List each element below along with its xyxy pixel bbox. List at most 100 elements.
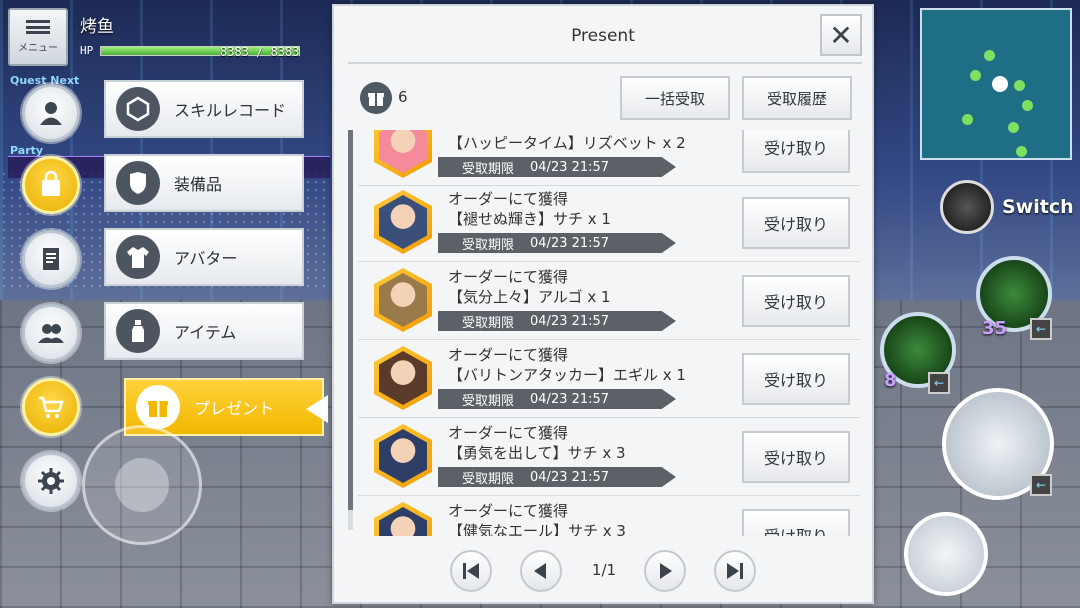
friends-button[interactable] xyxy=(22,304,80,362)
shop-button[interactable] xyxy=(22,378,80,436)
character-avatar xyxy=(374,190,432,254)
quest-log-button[interactable] xyxy=(22,230,80,288)
dash-button[interactable] xyxy=(904,512,988,596)
switch-button[interactable]: Switch xyxy=(940,180,1078,234)
present-limit-badge: 受取期限 04/23 21:57 xyxy=(438,311,676,331)
next-page-icon xyxy=(660,563,672,579)
present-row: オーダーにて獲得【健気なエール】サチ x 3 受け取り xyxy=(358,496,860,536)
bag-button[interactable] xyxy=(22,156,80,214)
present-limit-badge: 受取期限 04/23 21:57 xyxy=(438,157,676,177)
present-item-name: 【気分上々】アルゴ x 1 xyxy=(448,288,611,306)
present-row: 【ハッピータイム】リズベット x 2 受取期限 04/23 21:57 受け取り xyxy=(358,130,860,186)
player-marker-icon xyxy=(992,76,1008,92)
receive-button[interactable]: 受け取り xyxy=(742,431,850,483)
minimap-marker xyxy=(1016,146,1027,157)
profile-button[interactable] xyxy=(22,84,80,142)
menu-pointer xyxy=(306,395,328,423)
pagination: 1/1 xyxy=(334,546,872,596)
present-item-name: 【褪せぬ輝き】サチ x 1 xyxy=(448,210,611,228)
list-scrollbar[interactable] xyxy=(348,130,353,530)
menu-button[interactable]: メニュー xyxy=(8,8,68,66)
avatar-icon xyxy=(116,235,160,279)
character-avatar xyxy=(374,346,432,410)
minimap-marker xyxy=(1022,100,1033,111)
prev-page-button[interactable] xyxy=(520,550,562,592)
last-page-button[interactable] xyxy=(714,550,756,592)
character-portrait xyxy=(379,130,427,173)
bag-icon xyxy=(42,170,60,196)
first-page-button[interactable] xyxy=(450,550,492,592)
shop-cart-icon xyxy=(39,396,64,418)
scrollbar-thumb[interactable] xyxy=(348,130,353,510)
switch-label: Switch xyxy=(1002,196,1074,218)
receive-button[interactable]: 受け取り xyxy=(742,197,850,249)
present-row: オーダーにて獲得 【バリトンアタッカー】エギル x 1 受取期限 04/23 21:5… xyxy=(358,340,860,418)
limit-date: 04/23 21:57 xyxy=(530,391,610,407)
character-portrait xyxy=(379,195,427,249)
character-avatar xyxy=(374,502,432,536)
character-avatar xyxy=(374,130,432,178)
first-page-icon xyxy=(463,563,479,579)
skill-2-count: 8 xyxy=(884,370,897,391)
present-source: オーダーにて獲得 xyxy=(448,268,569,286)
receive-button[interactable]: 受け取り xyxy=(742,353,850,405)
history-button[interactable]: 受取履歴 xyxy=(742,76,852,120)
limit-label: 受取期限 xyxy=(462,393,515,409)
limit-date: 04/23 21:57 xyxy=(530,235,610,251)
gear-icon xyxy=(38,468,64,494)
present-source: オーダーにて獲得 xyxy=(448,190,569,208)
character-portrait xyxy=(379,273,427,327)
attack-swap-icon[interactable]: ← xyxy=(1030,474,1052,496)
present-source: オーダーにて獲得 xyxy=(448,424,569,442)
menu-item-label: プレゼント xyxy=(194,399,275,418)
movement-joystick[interactable] xyxy=(82,425,202,545)
panel-title: Present xyxy=(571,26,635,46)
character-avatar xyxy=(374,268,432,332)
skill-1-count: 35 xyxy=(982,318,1008,339)
skill-2-swap-icon[interactable]: ← xyxy=(928,372,950,394)
hp-label: HP xyxy=(80,44,94,57)
present-source: オーダーにて獲得 xyxy=(448,346,569,364)
limit-date: 04/23 21:57 xyxy=(530,313,610,329)
receive-button[interactable]: 受け取り xyxy=(742,275,850,327)
present-count: 6 xyxy=(398,88,408,106)
close-button[interactable]: ✕ xyxy=(820,14,862,56)
menu-item-item[interactable]: アイテム xyxy=(104,302,304,360)
present-limit-badge: 受取期限 04/23 21:57 xyxy=(438,389,676,409)
present-list[interactable]: 【ハッピータイム】リズベット x 2 受取期限 04/23 21:57 受け取り オーダ… xyxy=(348,130,862,536)
document-icon xyxy=(43,248,59,270)
receive-button[interactable]: 受け取り xyxy=(742,509,850,536)
settings-button[interactable] xyxy=(22,452,80,510)
limit-label: 受取期限 xyxy=(462,161,515,177)
next-page-button[interactable] xyxy=(644,550,686,592)
equipment-icon xyxy=(116,161,160,205)
claim-all-button[interactable]: 一括受取 xyxy=(620,76,730,120)
menu-item-skill-record[interactable]: スキルレコード xyxy=(104,80,304,138)
present-panel: Present ✕ 6 一括受取 受取履歴 【ハッピータイム】リズベット x 2… xyxy=(332,4,874,604)
menu-item-equipment[interactable]: 装備品 xyxy=(104,154,304,212)
menu-item-avatar[interactable]: アバター xyxy=(104,228,304,286)
minimap[interactable] xyxy=(920,8,1072,160)
present-row: オーダーにて獲得【褪せぬ輝き】サチ x 1 受取期限 04/23 21:57 受け取り xyxy=(358,184,860,262)
present-row: オーダーにて獲得【気分上々】アルゴ x 1 受取期限 04/23 21:57 受け取り xyxy=(358,262,860,340)
character-portrait xyxy=(379,351,427,405)
page-indicator: 1/1 xyxy=(591,561,617,579)
player-name: 烤鱼 xyxy=(80,17,114,37)
friends-icon xyxy=(38,324,64,343)
minimap-marker xyxy=(1008,122,1019,133)
present-item-name: 【勇気を出して】サチ x 3 xyxy=(448,444,626,462)
menu-button-label: メニュー xyxy=(18,43,58,54)
character-avatar xyxy=(374,424,432,488)
limit-date: 04/23 21:57 xyxy=(530,159,610,175)
hp-value: 8383 / 8383 xyxy=(220,45,300,59)
switch-icon xyxy=(940,180,994,234)
character-portrait xyxy=(379,507,427,536)
present-limit-badge: 受取期限 04/23 21:57 xyxy=(438,233,676,253)
present-item-name: 【健気なエール】サチ x 3 xyxy=(448,522,626,536)
minimap-marker xyxy=(970,70,981,81)
receive-button[interactable]: 受け取り xyxy=(742,130,850,173)
skill-1-swap-icon[interactable]: ← xyxy=(1030,318,1052,340)
hamburger-icon xyxy=(26,20,50,34)
character-portrait xyxy=(379,429,427,483)
close-icon: ✕ xyxy=(829,18,853,52)
